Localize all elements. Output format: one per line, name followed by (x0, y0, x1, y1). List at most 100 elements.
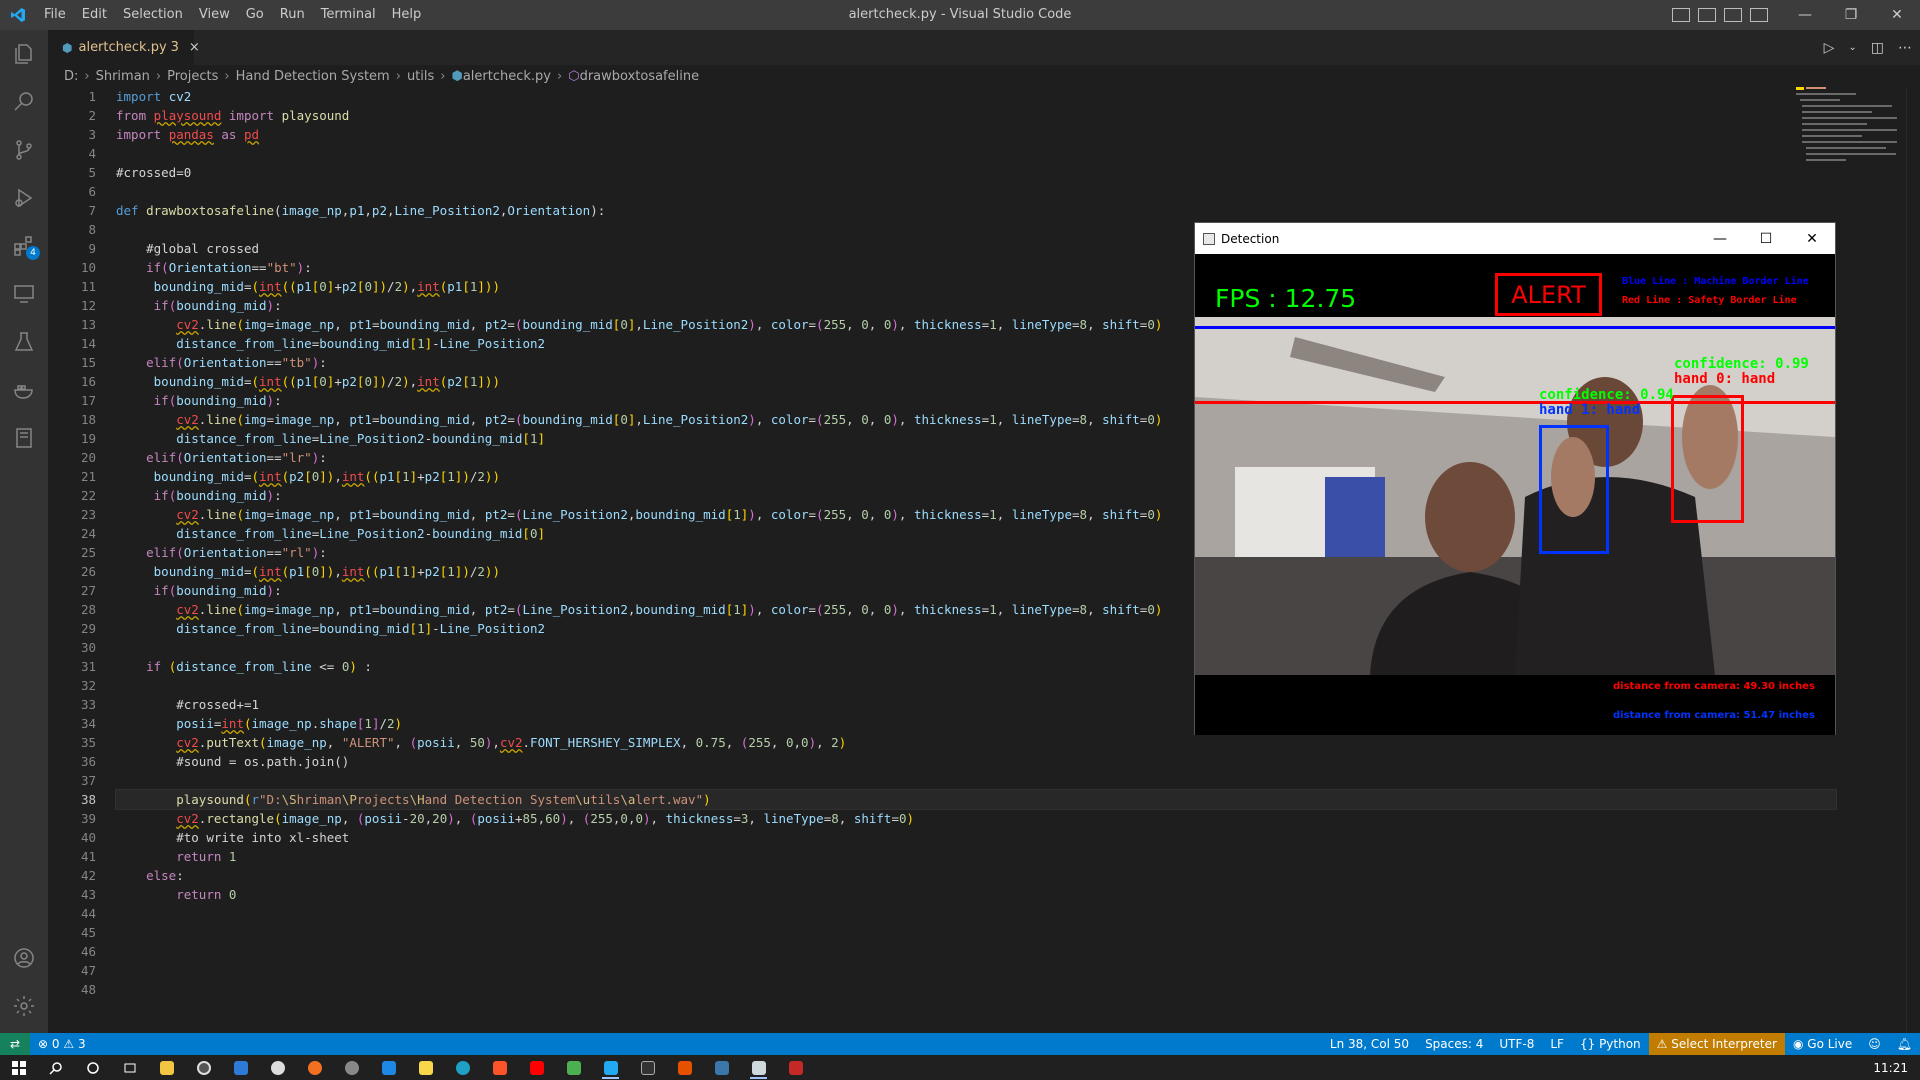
more-actions-icon[interactable]: ⋯ (1898, 40, 1912, 56)
detection-minimize-button[interactable]: — (1697, 223, 1743, 254)
run-debug-icon[interactable] (0, 174, 48, 222)
toggle-panel-icon[interactable] (1698, 8, 1716, 22)
toggle-secondary-sidebar-icon[interactable] (1724, 8, 1742, 22)
menu-go[interactable]: Go (238, 0, 272, 30)
toggle-sidebar-icon[interactable] (1672, 8, 1690, 22)
menu-run[interactable]: Run (272, 0, 313, 30)
app-taskbar-icon-3[interactable] (666, 1055, 703, 1080)
code-line[interactable]: #to write into xl-sheet (116, 828, 1836, 847)
docker-icon[interactable] (0, 366, 48, 414)
mail-taskbar-icon[interactable] (370, 1055, 407, 1080)
code-line[interactable]: #crossed=0 (116, 163, 1836, 182)
testing-icon[interactable] (0, 318, 48, 366)
detection-close-button[interactable]: ✕ (1789, 223, 1835, 254)
terminal-taskbar-icon[interactable] (629, 1055, 666, 1080)
breadcrumb-item[interactable]: D: (64, 69, 78, 84)
cortana-icon[interactable] (74, 1055, 111, 1080)
detection-taskbar-icon[interactable] (740, 1055, 777, 1080)
menu-edit[interactable]: Edit (74, 0, 115, 30)
minimize-button[interactable]: — (1782, 0, 1828, 30)
notebook-icon[interactable] (0, 414, 48, 462)
file-explorer-taskbar-icon[interactable] (148, 1055, 185, 1080)
run-dropdown-chevron-icon[interactable]: ⌄ (1848, 42, 1856, 53)
vertical-scrollbar[interactable] (1906, 87, 1920, 1033)
menu-terminal[interactable]: Terminal (313, 0, 384, 30)
extensions-icon[interactable]: 4 (0, 222, 48, 270)
detection-window[interactable]: Detection — ☐ ✕ FPS: 12.75 ALERT Blue L… (1194, 222, 1836, 735)
breadcrumb-item[interactable]: utils (407, 69, 434, 84)
code-line[interactable] (116, 942, 1836, 961)
vscode-taskbar-icon[interactable] (592, 1055, 629, 1080)
source-control-icon[interactable] (0, 126, 48, 174)
search-icon[interactable] (0, 78, 48, 126)
manage-gear-icon[interactable] (0, 982, 48, 1030)
explorer-icon[interactable] (0, 30, 48, 78)
minimap[interactable] (1796, 87, 1906, 197)
remote-explorer-icon[interactable] (0, 270, 48, 318)
code-line[interactable]: def drawboxtosafeline(image_np,p1,p2,Lin… (116, 201, 1836, 220)
breadcrumb-item[interactable]: drawboxtosafeline (580, 69, 700, 84)
code-line[interactable]: cv2.putText(image_np, "ALERT", (posii, 5… (116, 733, 1836, 752)
accounts-icon[interactable] (0, 934, 48, 982)
code-line[interactable] (116, 961, 1836, 980)
code-line[interactable]: #sound = os.path.join() (116, 752, 1836, 771)
menu-view[interactable]: View (191, 0, 238, 30)
code-line[interactable]: playsound(r"D:\Shriman\Projects\Hand Det… (115, 789, 1837, 810)
start-button-windows-icon[interactable] (0, 1055, 37, 1080)
breadcrumb-item[interactable]: Hand Detection System (236, 69, 390, 84)
encoding[interactable]: UTF-8 (1491, 1033, 1542, 1055)
app-green-taskbar-icon[interactable] (555, 1055, 592, 1080)
app-taskbar-icon-4[interactable] (777, 1055, 814, 1080)
feedback-icon[interactable]: ☺ (1860, 1033, 1889, 1055)
youtube-taskbar-icon[interactable] (518, 1055, 555, 1080)
problems-indicator[interactable]: ⊗ 0 ⚠ 3 (30, 1033, 94, 1055)
code-line[interactable]: return 0 (116, 885, 1836, 904)
tab-alertcheck-py[interactable]: ⬢ alertcheck.py 3 × (48, 30, 200, 65)
restore-button[interactable]: ❐ (1828, 0, 1874, 30)
breadcrumb-item[interactable]: alertcheck.py (463, 69, 551, 84)
close-button[interactable]: ✕ (1874, 0, 1920, 30)
go-live[interactable]: ◉ Go Live (1785, 1033, 1860, 1055)
maps-taskbar-icon[interactable] (259, 1055, 296, 1080)
code-line[interactable] (116, 923, 1836, 942)
code-line[interactable]: from playsound import playsound (116, 106, 1836, 125)
breadcrumb-item[interactable]: Projects (167, 69, 218, 84)
code-line[interactable] (116, 980, 1836, 999)
code-line[interactable] (116, 904, 1836, 923)
edge-taskbar-icon[interactable] (444, 1055, 481, 1080)
app-orange-taskbar-icon[interactable] (296, 1055, 333, 1080)
obs-taskbar-icon[interactable] (185, 1055, 222, 1080)
system-clock[interactable]: 11:21 (1873, 1061, 1920, 1075)
menu-file[interactable]: File (36, 0, 74, 30)
task-view-icon[interactable] (111, 1055, 148, 1080)
code-line[interactable]: cv2.rectangle(image_np, (posii-20,20), (… (116, 809, 1836, 828)
chrome-taskbar-icon[interactable] (333, 1055, 370, 1080)
brave-taskbar-icon[interactable] (481, 1055, 518, 1080)
indentation[interactable]: Spaces: 4 (1417, 1033, 1491, 1055)
remote-indicator-icon[interactable]: ⇄ (0, 1033, 30, 1055)
app-taskbar-icon-2[interactable] (407, 1055, 444, 1080)
code-line[interactable]: return 1 (116, 847, 1836, 866)
language-mode[interactable]: {} Python (1572, 1033, 1649, 1055)
breadcrumb-item[interactable]: Shriman (96, 69, 150, 84)
menu-selection[interactable]: Selection (115, 0, 191, 30)
split-editor-icon[interactable]: ◫ (1871, 40, 1884, 56)
code-line[interactable] (116, 182, 1836, 201)
notifications-bell-icon[interactable]: 🔔︎ (1889, 1033, 1920, 1055)
detection-maximize-button[interactable]: ☐ (1743, 223, 1789, 254)
cursor-position[interactable]: Ln 38, Col 50 (1322, 1033, 1417, 1055)
taskbar-search-icon[interactable] (37, 1055, 74, 1080)
tab-close-icon[interactable]: × (189, 40, 200, 55)
python-taskbar-icon[interactable] (703, 1055, 740, 1080)
code-line[interactable]: import cv2 (116, 87, 1836, 106)
code-line[interactable]: import pandas as pd (116, 125, 1836, 144)
code-line[interactable] (116, 144, 1836, 163)
select-interpreter[interactable]: ⚠ Select Interpreter (1648, 1033, 1785, 1055)
customize-layout-icon[interactable] (1750, 8, 1768, 22)
code-line[interactable]: else: (116, 866, 1836, 885)
run-python-file-icon[interactable]: ▷ (1824, 40, 1835, 56)
code-line[interactable] (116, 771, 1836, 790)
menu-help[interactable]: Help (384, 0, 430, 30)
end-of-line[interactable]: LF (1542, 1033, 1572, 1055)
app-taskbar-icon[interactable] (222, 1055, 259, 1080)
